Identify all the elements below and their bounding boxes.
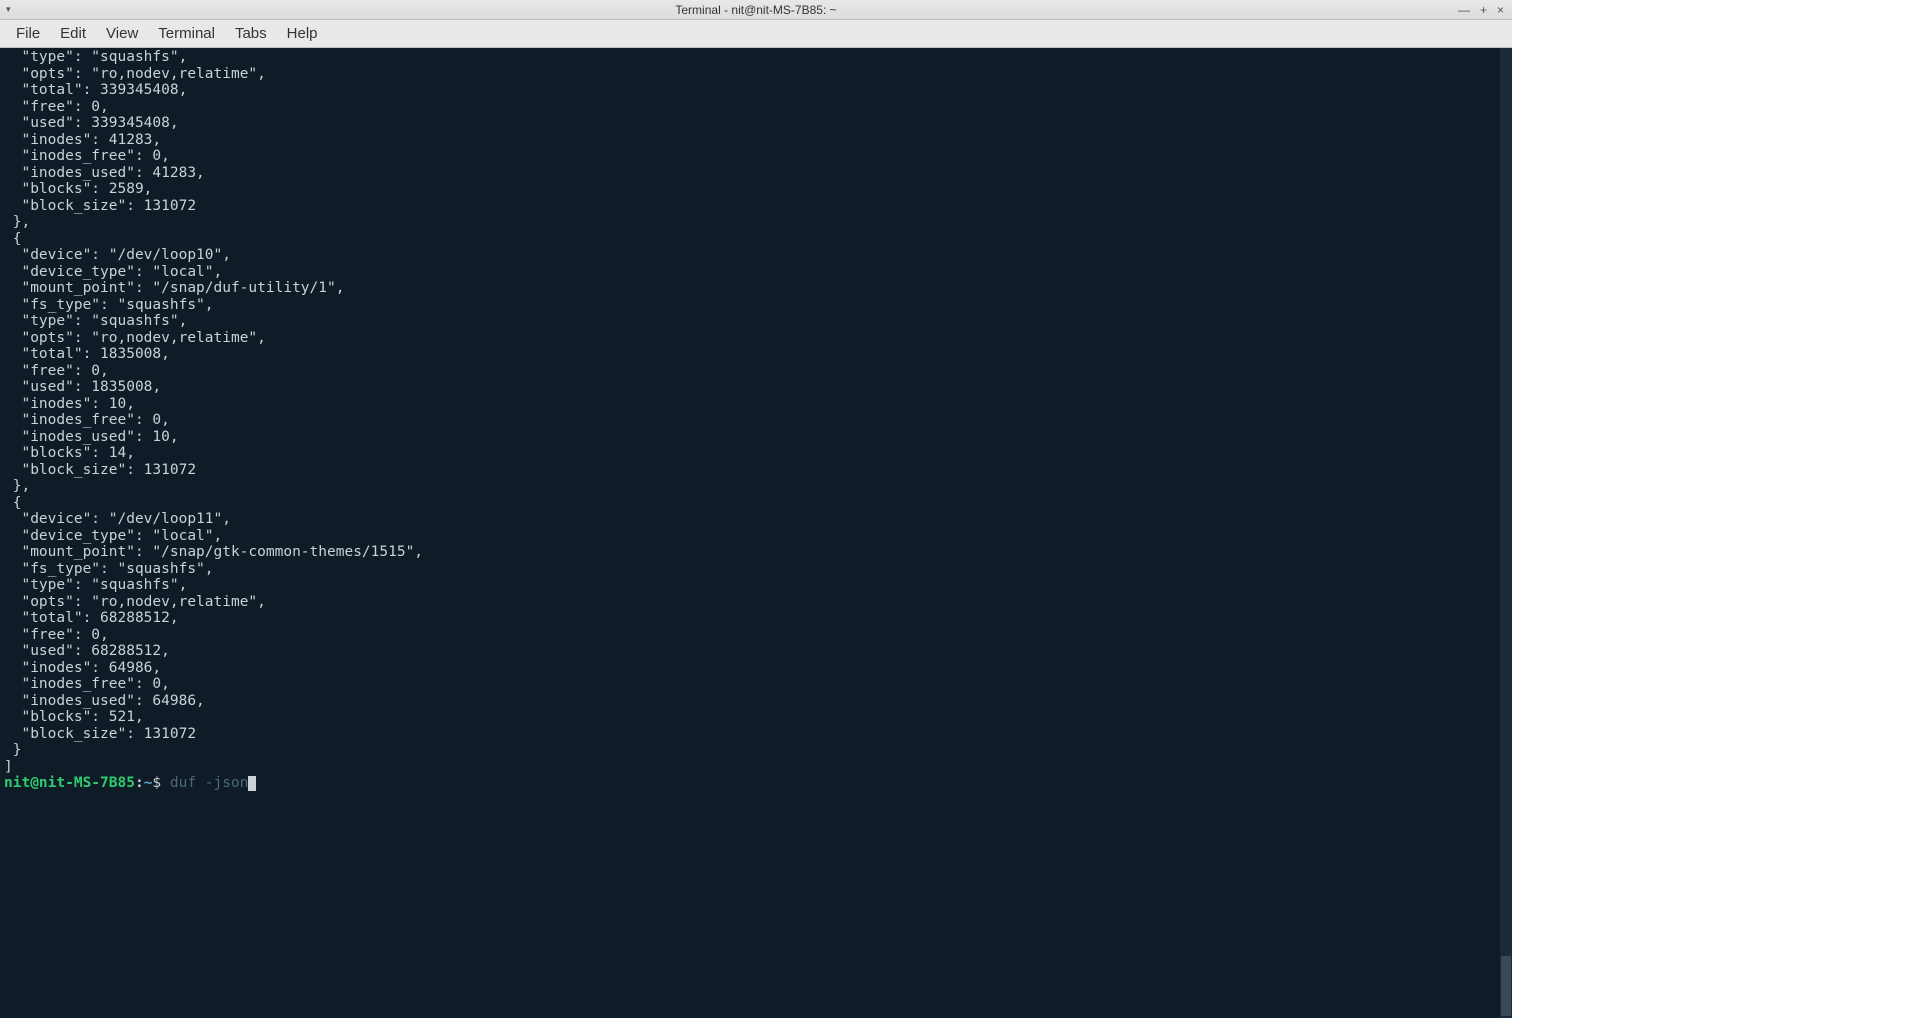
menubar: File Edit View Terminal Tabs Help	[0, 20, 1512, 48]
prompt-user-host: nit@nit-MS-7B85	[4, 775, 135, 791]
typed-command: duf -json	[170, 775, 249, 791]
scrollbar[interactable]	[1500, 48, 1512, 1018]
menu-terminal[interactable]: Terminal	[148, 21, 225, 46]
prompt-dollar: $	[152, 775, 161, 791]
terminal-output: "type": "squashfs", "opts": "ro,nodev,re…	[4, 49, 1508, 775]
terminal-window: ▾ Terminal - nit@nit-MS-7B85: ~ — + × Fi…	[0, 0, 1512, 801]
maximize-button[interactable]: +	[1480, 3, 1487, 17]
prompt-separator: :	[135, 775, 144, 791]
chevron-down-icon: ▾	[6, 4, 11, 15]
minimize-button[interactable]: —	[1458, 3, 1470, 17]
close-button[interactable]: ×	[1497, 3, 1504, 17]
prompt-line: nit@nit-MS-7B85:~$ duf -json	[4, 775, 1508, 792]
window-title: Terminal - nit@nit-MS-7B85: ~	[675, 3, 836, 17]
cursor-block	[248, 776, 256, 791]
titlebar-menu-dropdown[interactable]: ▾	[0, 4, 11, 15]
terminal-viewport[interactable]: "type": "squashfs", "opts": "ro,nodev,re…	[0, 48, 1512, 1018]
menu-help[interactable]: Help	[277, 21, 328, 46]
menu-file[interactable]: File	[6, 21, 50, 46]
titlebar: ▾ Terminal - nit@nit-MS-7B85: ~ — + ×	[0, 0, 1512, 20]
prompt-space	[161, 775, 170, 791]
scrollbar-thumb[interactable]	[1501, 956, 1511, 1016]
menu-tabs[interactable]: Tabs	[225, 21, 277, 46]
menu-view[interactable]: View	[96, 21, 148, 46]
menu-edit[interactable]: Edit	[50, 21, 96, 46]
